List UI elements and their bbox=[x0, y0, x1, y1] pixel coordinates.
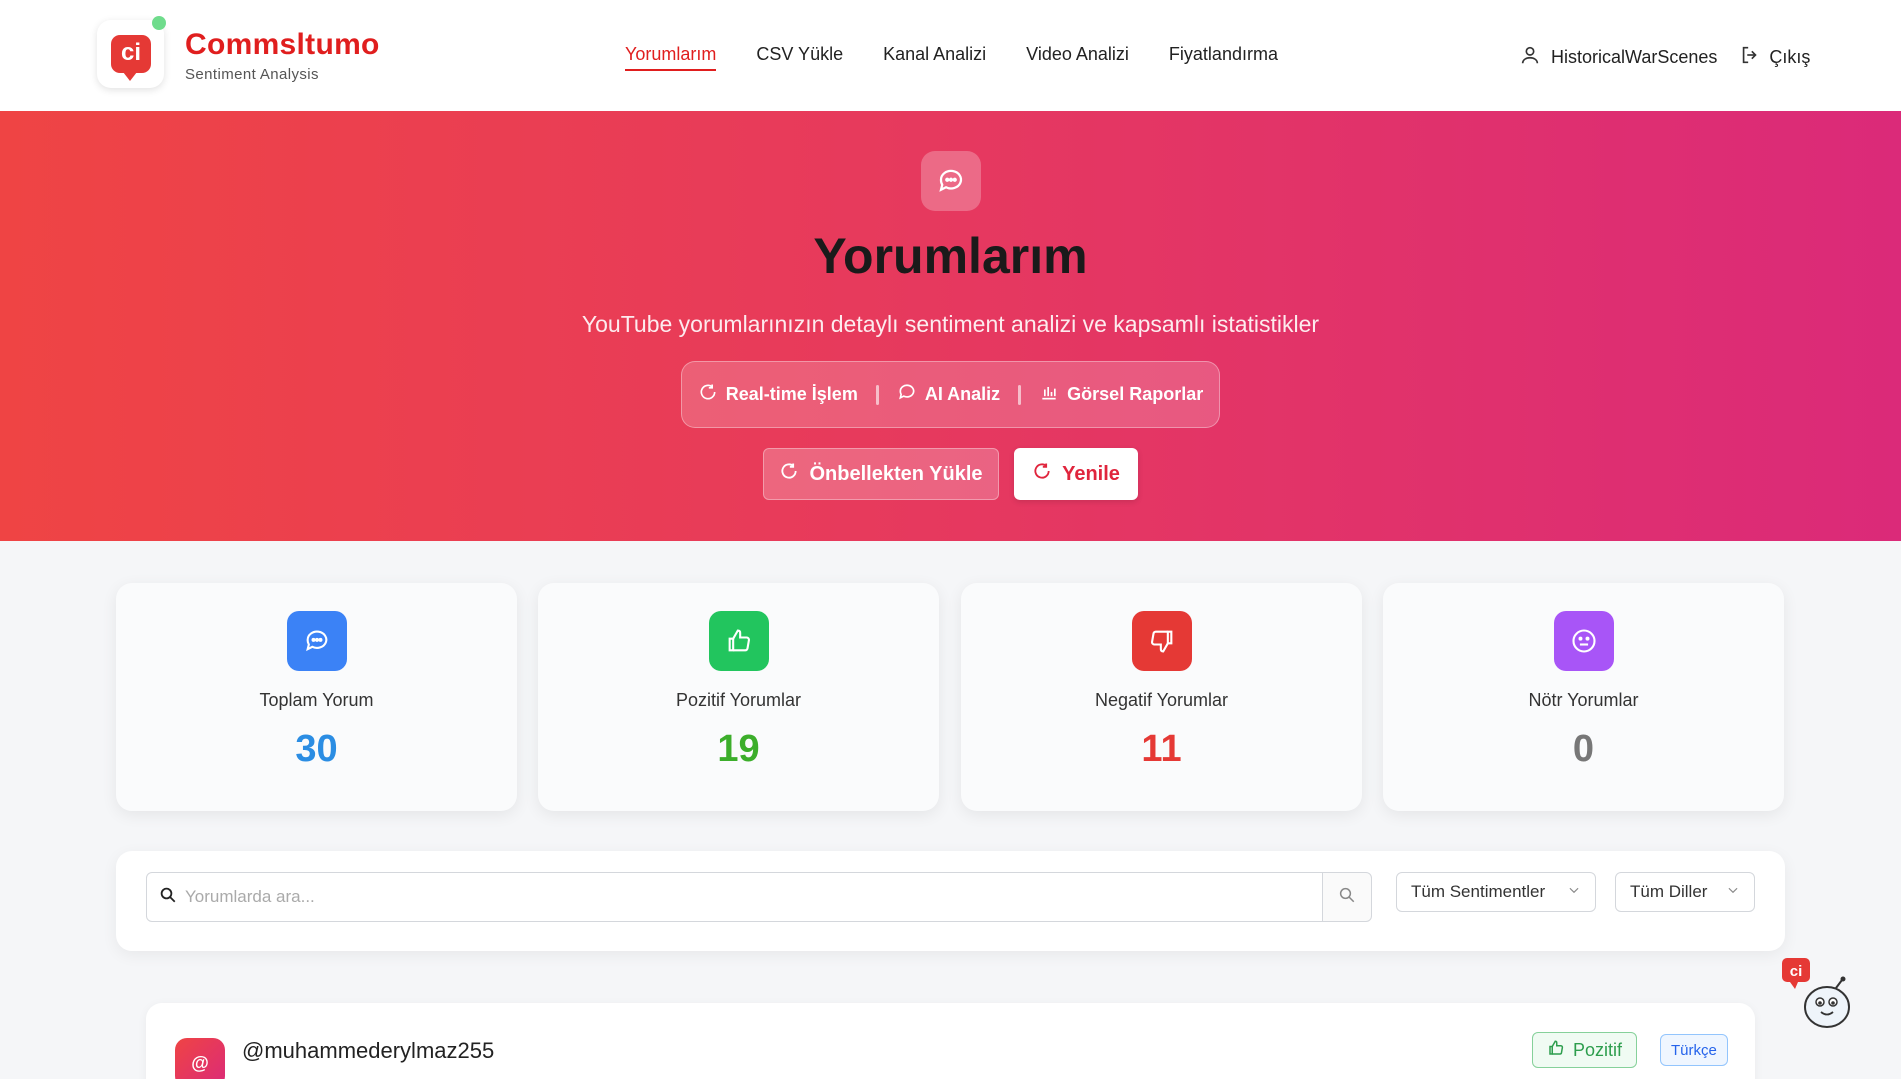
top-navbar: ci Commsltumo Sentiment Analysis Yorumla… bbox=[0, 0, 1901, 111]
feature-ai: AI Analiz bbox=[897, 382, 1000, 407]
stat-card-total: Toplam Yorum 30 bbox=[116, 583, 517, 811]
chat-icon bbox=[897, 382, 917, 407]
refresh-button-label: Yenile bbox=[1062, 462, 1120, 485]
search-icon bbox=[1338, 886, 1356, 909]
refresh-icon bbox=[698, 382, 718, 407]
page-subtitle: YouTube yorumlarınızın detaylı sentiment… bbox=[581, 311, 1320, 337]
main-nav: Yorumlarım CSV Yükle Kanal Analizi Video… bbox=[625, 44, 1278, 71]
stat-label: Negatif Yorumlar bbox=[1094, 690, 1229, 710]
stat-card-positive: Pozitif Yorumlar 19 bbox=[538, 583, 939, 811]
stat-label: Toplam Yorum bbox=[259, 690, 374, 710]
assistant-mascot-button[interactable]: ci bbox=[1780, 956, 1860, 1036]
refresh-button[interactable]: Yenile bbox=[1014, 448, 1138, 500]
stat-card-neutral: Nötr Yorumlar 0 bbox=[1383, 583, 1784, 811]
online-dot bbox=[152, 16, 166, 30]
svg-text:ci: ci bbox=[1790, 963, 1803, 980]
nav-kanal-analizi[interactable]: Kanal Analizi bbox=[883, 44, 986, 71]
nav-csv-yukle[interactable]: CSV Yükle bbox=[756, 44, 843, 71]
feature-label: AI Analiz bbox=[924, 384, 1001, 404]
language-select-value: Tüm Diller bbox=[1630, 882, 1708, 901]
stat-label: Nötr Yorumlar bbox=[1528, 690, 1639, 710]
comment-username[interactable]: @muhammederylmaz255 bbox=[242, 1038, 494, 1064]
bar-chart-icon bbox=[1039, 382, 1059, 407]
sentiment-badge: Pozitif bbox=[1532, 1032, 1638, 1068]
search-icon bbox=[159, 886, 177, 909]
divider bbox=[875, 384, 879, 405]
logout-button[interactable]: Çıkış bbox=[1739, 44, 1810, 71]
thumbs-down-icon bbox=[1132, 611, 1192, 671]
nav-fiyatlandirma[interactable]: Fiyatlandırma bbox=[1169, 44, 1278, 71]
stat-card-negative: Negatif Yorumlar 11 bbox=[961, 583, 1362, 811]
search-button[interactable] bbox=[1322, 872, 1372, 922]
feature-label: Real-time İşlem bbox=[725, 384, 858, 404]
language-badge: Türkçe bbox=[1660, 1034, 1728, 1066]
search-input[interactable] bbox=[185, 887, 1285, 907]
user-area: HistoricalWarScenes Çıkış bbox=[1519, 44, 1810, 71]
language-select[interactable]: Tüm Diller bbox=[1615, 872, 1755, 912]
chevron-down-icon bbox=[1567, 882, 1581, 902]
brand-name[interactable]: Commsltumo bbox=[185, 28, 380, 62]
stat-value: 19 bbox=[717, 728, 760, 770]
sentiment-select[interactable]: Tüm Sentimentler bbox=[1396, 872, 1596, 912]
stat-label: Pozitif Yorumlar bbox=[675, 690, 802, 710]
nav-video-analizi[interactable]: Video Analizi bbox=[1026, 44, 1129, 71]
brand-subtitle: Sentiment Analysis bbox=[185, 66, 319, 83]
logout-label: Çıkış bbox=[1769, 47, 1811, 67]
comment-card: @ @muhammederylmaz255 Pozitif Türkçe bbox=[146, 1003, 1755, 1079]
refresh-icon bbox=[1032, 461, 1052, 487]
load-from-cache-button[interactable]: Önbellekten Yükle bbox=[763, 448, 999, 500]
feature-realtime: Real-time İşlem bbox=[698, 382, 858, 407]
divider bbox=[1018, 384, 1022, 405]
thumbs-up-icon bbox=[1547, 1039, 1565, 1062]
avatar: @ bbox=[175, 1038, 225, 1079]
chat-icon bbox=[287, 611, 347, 671]
nav-yorumlarim[interactable]: Yorumlarım bbox=[625, 44, 717, 71]
page-title: Yorumlarım bbox=[813, 228, 1088, 284]
user-icon bbox=[1519, 44, 1541, 71]
neutral-face-icon bbox=[1554, 611, 1614, 671]
app-logo[interactable]: ci bbox=[97, 16, 166, 88]
hero-banner: Yorumlarım YouTube yorumlarınızın detayl… bbox=[0, 111, 1901, 541]
sentiment-label: Pozitif bbox=[1573, 1039, 1623, 1060]
feature-pill: Real-time İşlem AI Analiz Görsel Raporla… bbox=[681, 361, 1220, 428]
refresh-icon bbox=[779, 461, 799, 487]
logo-badge: ci bbox=[111, 35, 151, 81]
feature-label: Görsel Raporlar bbox=[1067, 384, 1204, 404]
stat-value: 30 bbox=[295, 728, 338, 770]
stat-value: 0 bbox=[1572, 728, 1595, 770]
feature-reports: Görsel Raporlar bbox=[1039, 382, 1203, 407]
chat-bubble-icon bbox=[921, 151, 981, 211]
logout-icon bbox=[1739, 44, 1761, 71]
cache-button-label: Önbellekten Yükle bbox=[809, 462, 983, 485]
thumbs-up-icon bbox=[709, 611, 769, 671]
username-link[interactable]: HistoricalWarScenes bbox=[1551, 47, 1717, 68]
filter-panel: Tüm Sentimentler Tüm Diller bbox=[116, 851, 1785, 951]
stat-value: 11 bbox=[1141, 728, 1182, 770]
search-field[interactable] bbox=[146, 872, 1323, 922]
sentiment-select-value: Tüm Sentimentler bbox=[1411, 882, 1546, 901]
chevron-down-icon bbox=[1726, 882, 1740, 902]
